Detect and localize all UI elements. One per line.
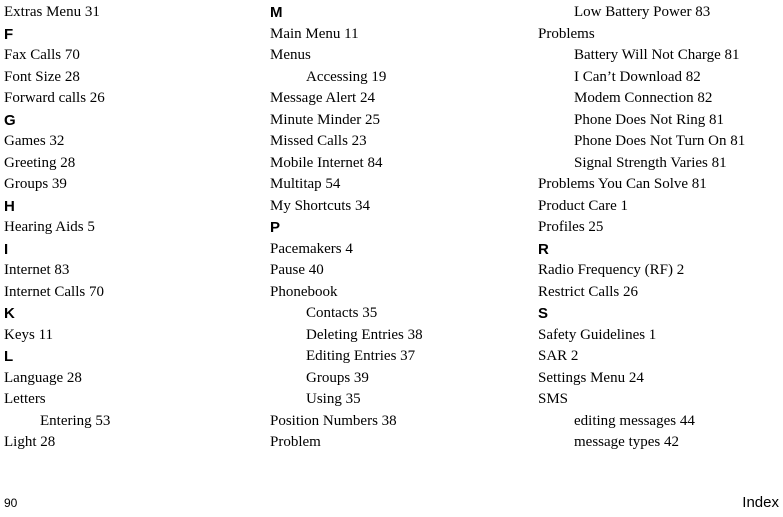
index-entry: Font Size 28: [4, 67, 270, 89]
page-number: 90: [4, 496, 17, 510]
index-subentry: Entering 53: [4, 411, 270, 433]
index-entry: Problems You Can Solve 81: [538, 174, 782, 196]
index-entry: Radio Frequency (RF) 2: [538, 260, 782, 282]
index-entry: Problems: [538, 24, 782, 46]
index-letter-heading: F: [4, 24, 270, 46]
index-entry: Language 28: [4, 368, 270, 390]
page-footer: 90 Index: [0, 494, 783, 511]
index-subentry: Deleting Entries 38: [270, 325, 538, 347]
index-subentry: message types 42: [538, 432, 782, 454]
index-entry: My Shortcuts 34: [270, 196, 538, 218]
index-entry: Missed Calls 23: [270, 131, 538, 153]
index-entry: Restrict Calls 26: [538, 282, 782, 304]
index-column-1: Extras Menu 31FFax Calls 70Font Size 28F…: [4, 2, 270, 454]
index-subentry: I Can’t Download 82: [538, 67, 782, 89]
index-column-3: Low Battery Power 83ProblemsBattery Will…: [538, 2, 782, 454]
index-letter-heading: M: [270, 2, 538, 24]
index-letter-heading: K: [4, 303, 270, 325]
index-columns: Extras Menu 31FFax Calls 70Font Size 28F…: [0, 0, 783, 454]
index-entry: Groups 39: [4, 174, 270, 196]
index-entry: Main Menu 11: [270, 24, 538, 46]
index-entry: Message Alert 24: [270, 88, 538, 110]
index-subentry: Phone Does Not Turn On 81: [538, 131, 782, 153]
index-entry: Letters: [4, 389, 270, 411]
index-subentry: Signal Strength Varies 81: [538, 153, 782, 175]
index-entry: Problem: [270, 432, 538, 454]
index-subentry: Low Battery Power 83: [538, 2, 782, 24]
index-entry: Games 32: [4, 131, 270, 153]
index-subentry: Phone Does Not Ring 81: [538, 110, 782, 132]
index-entry: Forward calls 26: [4, 88, 270, 110]
index-page: Extras Menu 31FFax Calls 70Font Size 28F…: [0, 0, 783, 517]
index-letter-heading: L: [4, 346, 270, 368]
index-subentry: Accessing 19: [270, 67, 538, 89]
index-subentry: Editing Entries 37: [270, 346, 538, 368]
index-entry: Pause 40: [270, 260, 538, 282]
index-entry: Safety Guidelines 1: [538, 325, 782, 347]
index-subentry: Battery Will Not Charge 81: [538, 45, 782, 67]
index-subentry: editing messages 44: [538, 411, 782, 433]
footer-label: Index: [742, 494, 779, 511]
index-entry: Greeting 28: [4, 153, 270, 175]
index-entry: Internet 83: [4, 260, 270, 282]
index-subentry: Using 35: [270, 389, 538, 411]
index-letter-heading: S: [538, 303, 782, 325]
index-letter-heading: G: [4, 110, 270, 132]
index-column-2: MMain Menu 11MenusAccessing 19Message Al…: [270, 2, 538, 454]
index-entry: Product Care 1: [538, 196, 782, 218]
index-entry: Position Numbers 38: [270, 411, 538, 433]
index-entry: Pacemakers 4: [270, 239, 538, 261]
index-letter-heading: R: [538, 239, 782, 261]
index-entry: Internet Calls 70: [4, 282, 270, 304]
index-entry: Extras Menu 31: [4, 2, 270, 24]
index-entry: SAR 2: [538, 346, 782, 368]
index-subentry: Contacts 35: [270, 303, 538, 325]
index-entry: Mobile Internet 84: [270, 153, 538, 175]
index-entry: Keys 11: [4, 325, 270, 347]
index-entry: Minute Minder 25: [270, 110, 538, 132]
index-letter-heading: P: [270, 217, 538, 239]
index-entry: Hearing Aids 5: [4, 217, 270, 239]
index-entry: Light 28: [4, 432, 270, 454]
index-entry: Fax Calls 70: [4, 45, 270, 67]
index-subentry: Modem Connection 82: [538, 88, 782, 110]
index-entry: Profiles 25: [538, 217, 782, 239]
index-letter-heading: H: [4, 196, 270, 218]
index-entry: Menus: [270, 45, 538, 67]
index-entry: Phonebook: [270, 282, 538, 304]
index-entry: Multitap 54: [270, 174, 538, 196]
index-entry: SMS: [538, 389, 782, 411]
index-letter-heading: I: [4, 239, 270, 261]
index-entry: Settings Menu 24: [538, 368, 782, 390]
index-subentry: Groups 39: [270, 368, 538, 390]
